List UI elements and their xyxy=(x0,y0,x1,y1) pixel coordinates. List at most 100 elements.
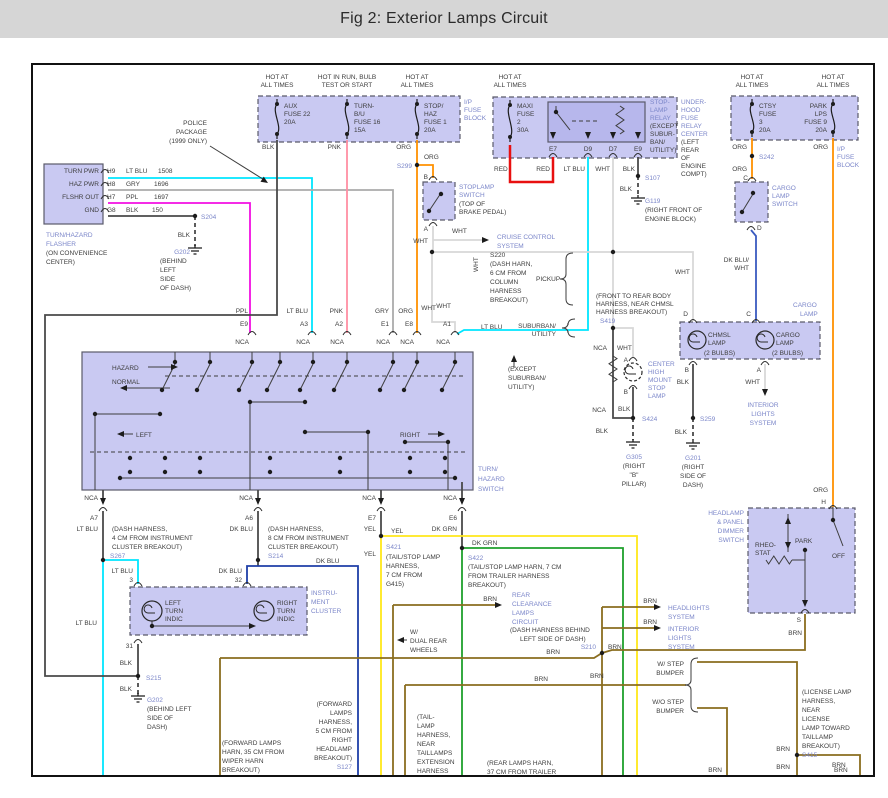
diagram-label: BLK xyxy=(623,166,636,173)
diagram-label: LAMP xyxy=(708,340,726,347)
diagram-label: STOP- xyxy=(650,99,670,106)
junction-dot xyxy=(802,547,808,553)
diagram-label: S214 xyxy=(268,553,284,560)
diagram-label: (BEHIND xyxy=(160,258,187,265)
diagram-label: BLK xyxy=(120,686,133,693)
diagram-label: LAMP TOWARD xyxy=(802,725,850,732)
diagram-label: FUSE 1 xyxy=(424,119,447,126)
diagram-label: NCA xyxy=(376,339,390,346)
diagram-label: "B" xyxy=(630,472,640,479)
diagram-label: BLK xyxy=(618,406,631,413)
diagram-label: RED xyxy=(536,166,550,173)
component-box xyxy=(730,95,859,141)
diagram-label: NCA xyxy=(362,495,376,502)
diagram-label: RHEO- xyxy=(755,542,776,549)
diagram-label: G305 xyxy=(626,454,642,461)
diagram-label: ORG xyxy=(396,144,411,151)
diagram-label: G119 xyxy=(645,198,661,205)
diagram-label: B/U xyxy=(354,111,365,118)
diagram-label: DIMMER xyxy=(718,528,745,535)
diagram-label: LIGHTS xyxy=(751,411,775,418)
connector-arc xyxy=(457,507,467,512)
diagram-label: BRN xyxy=(546,649,560,656)
diagram-label: H7 xyxy=(107,194,116,201)
junction-dot xyxy=(459,545,465,551)
diagram-label: TURN xyxy=(277,608,295,615)
diagram-label: 8 CM FROM INSTRUMENT xyxy=(268,535,349,542)
diagram-label: HAZARD xyxy=(478,476,505,483)
junction-dot xyxy=(255,557,261,563)
diagram-label: BLK xyxy=(126,207,139,214)
diagram-label: S419 xyxy=(600,318,616,325)
fuse-terminal xyxy=(831,130,835,134)
diagram-label: CLUSTER BREAKOUT) xyxy=(268,544,338,551)
arrowhead xyxy=(482,237,489,243)
diagram-label: (TAIL/STOP LAMP HARN, 7 CM xyxy=(468,564,561,571)
brace xyxy=(561,318,576,338)
diagram-label: PARK xyxy=(795,538,813,545)
junction-dot xyxy=(247,399,253,405)
diagram-label: (2 BULBS) xyxy=(772,350,803,357)
diagram-label: GRY xyxy=(126,181,141,188)
diagram-label: HARNESS, NEAR CHMSL xyxy=(596,301,674,308)
arrowhead xyxy=(511,355,517,362)
diagram-label: BREAKOUT) xyxy=(222,767,260,774)
diagram-label: HOT AT xyxy=(499,74,522,81)
junction-dot xyxy=(267,455,273,461)
diagram-label: HARN, 35 CM FROM xyxy=(222,749,284,756)
diagram-label: 37 CM FROM TRAILER xyxy=(487,769,557,776)
diagram-label: HAZARD xyxy=(112,365,139,372)
diagram-label: 31 xyxy=(126,643,134,650)
diagram-label: (DASH HARNESS, xyxy=(112,526,167,533)
diagram-label: HAZ xyxy=(424,111,437,118)
component-box xyxy=(734,181,769,223)
fuse-terminal xyxy=(831,102,835,106)
diagram-label: G202 xyxy=(174,249,190,256)
diagram-label: BLK xyxy=(596,428,609,435)
diagram-label: HOT AT xyxy=(822,74,845,81)
junction-dot xyxy=(407,469,413,475)
junction-dot xyxy=(172,359,178,365)
arrowhead xyxy=(100,498,106,505)
diagram-label: BRN xyxy=(643,619,657,626)
diagram-label: WHEELS xyxy=(410,647,438,654)
wire-brn xyxy=(697,707,728,775)
diagram-label: BRN xyxy=(483,596,497,603)
diagram-label: HOOD xyxy=(681,107,701,114)
diagram-label: 3 xyxy=(129,577,133,584)
diagram-label: CIRCUIT xyxy=(512,619,538,626)
diagram-label: SWITCH xyxy=(459,192,485,199)
diagram-label: SIDE OF xyxy=(680,473,706,480)
diagram-label: FROM TRAILER HARNESS xyxy=(468,573,550,580)
junction-dot xyxy=(414,162,420,168)
junction-dot xyxy=(267,469,273,475)
diagram-label: WHT xyxy=(595,166,610,173)
junction-dot xyxy=(690,415,696,421)
figure-page: Fig 2: Exterior Lamps Circuit HOT AT ALL … xyxy=(0,0,888,798)
brace xyxy=(559,252,574,306)
diagram-label: BLK xyxy=(677,379,690,386)
diagram-label: (TAIL- xyxy=(417,714,435,721)
junction-dot xyxy=(236,387,242,393)
connector-arc xyxy=(133,639,143,644)
diagram-label: BREAKOUT) xyxy=(314,755,352,762)
diagram-label: E7 xyxy=(549,146,557,153)
diagram-label: FUSE 22 xyxy=(284,111,311,118)
diagram-label: S xyxy=(797,617,802,624)
wire-dk xyxy=(209,145,267,182)
diagram-label: LT BLU xyxy=(126,168,148,175)
fuse-terminal xyxy=(750,102,754,106)
diagram-label: C xyxy=(743,175,748,182)
diagram-label: S415 xyxy=(802,752,818,759)
diagram-label: CARGO xyxy=(793,302,817,309)
diagram-label: WHT xyxy=(675,269,690,276)
diagram-label: HARNESS, xyxy=(802,698,835,705)
wiring-diagram: HOT ATALL TIMESHOT IN RUN, BULBTEST OR S… xyxy=(31,63,875,777)
diagram-label: RED xyxy=(494,166,508,173)
diagram-label: BRN xyxy=(534,676,548,683)
diagram-label: POLICE xyxy=(183,120,208,127)
diagram-label: 30A xyxy=(517,127,529,134)
diagram-label: BRN xyxy=(643,598,657,605)
diagram-label: (RIGHT xyxy=(682,464,704,471)
diagram-label: 2 xyxy=(517,119,521,126)
